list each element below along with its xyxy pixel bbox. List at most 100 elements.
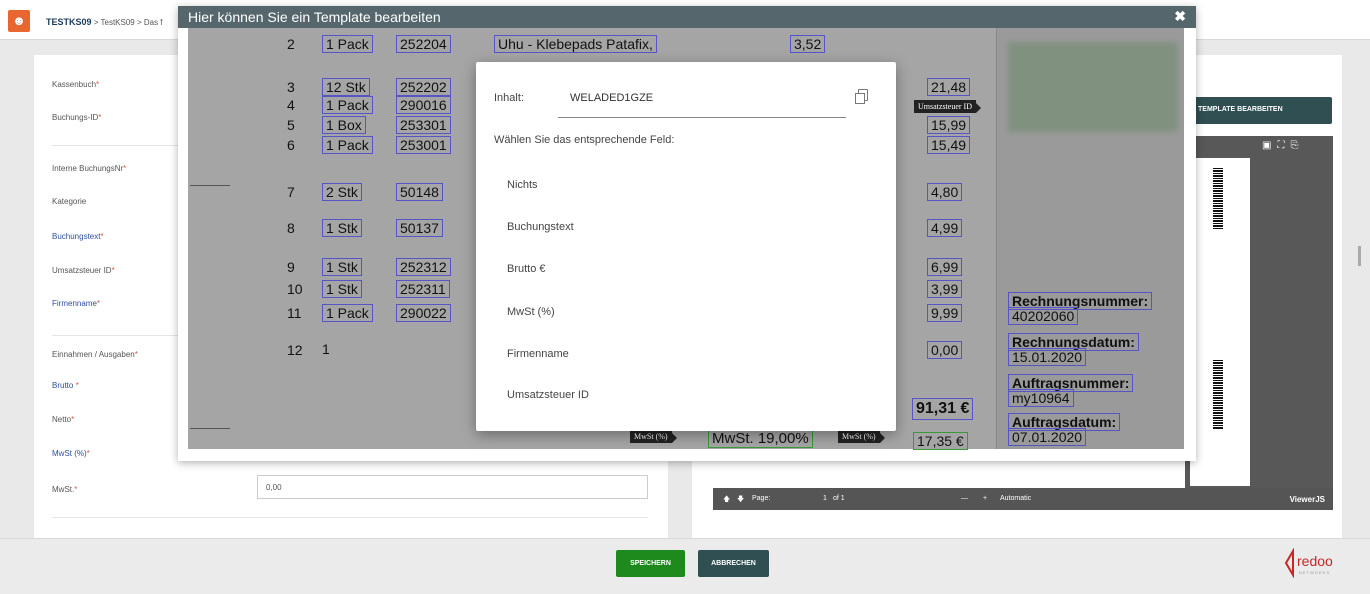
close-icon[interactable]: ✖ xyxy=(1174,8,1186,25)
row-total[interactable]: 3,99 xyxy=(927,280,963,298)
row-quantity[interactable]: 1 Pack xyxy=(322,136,373,154)
row-article-number[interactable]: 252202 xyxy=(396,78,451,96)
required-marker: * xyxy=(96,80,100,89)
scrollbar-handle[interactable] xyxy=(1358,246,1361,266)
form-label-text: Brutto xyxy=(52,381,76,390)
row-total[interactable]: 15,99 xyxy=(927,116,971,134)
zoom-out-icon[interactable]: — xyxy=(961,495,968,502)
row-position: 11 xyxy=(287,305,302,321)
row-quantity[interactable]: 1 Box xyxy=(322,116,366,134)
meta-value[interactable]: 40202060 xyxy=(1008,307,1079,325)
option-buchungstext[interactable]: Buchungstext xyxy=(507,221,867,239)
row-article-number[interactable]: 252312 xyxy=(396,258,451,276)
save-button[interactable]: SPEICHERN xyxy=(616,550,685,577)
row-quantity[interactable]: 1 Stk xyxy=(322,258,362,276)
row-quantity[interactable]: 1 Pack xyxy=(322,304,373,322)
row-total[interactable]: 9,99 xyxy=(927,304,963,322)
row-article-number[interactable]: 253001 xyxy=(396,136,451,154)
modal-header: Hier können Sie ein Template bearbeiten … xyxy=(178,6,1196,28)
mwst-tag: MwSt (%) xyxy=(630,430,677,443)
meta-value[interactable]: 07.01.2020 xyxy=(1008,428,1087,446)
row-total[interactable]: 15,49 xyxy=(927,136,971,154)
row-position: 12 xyxy=(287,342,303,358)
form-label: Netto* xyxy=(52,415,74,424)
mwst-rate-box[interactable]: MwSt. 19,00% xyxy=(708,430,813,448)
form-label: Interne BuchungsNr* xyxy=(52,164,126,173)
row-quantity[interactable]: 1 Stk xyxy=(322,219,362,237)
row-article-number[interactable]: 290016 xyxy=(396,96,451,114)
redoo-logo: redoo NETWORKS xyxy=(1284,548,1333,578)
row-quantity[interactable]: 1 Pack xyxy=(322,96,373,114)
field-prompt: Wählen Sie das entsprechende Feld: xyxy=(494,134,675,146)
required-marker: * xyxy=(134,350,138,359)
row-article-number[interactable]: 253301 xyxy=(396,116,451,134)
users-icon[interactable]: ☻ xyxy=(8,10,30,32)
option-brutto[interactable]: Brutto € xyxy=(507,263,867,281)
arrow-down-icon[interactable]: 🡇 xyxy=(737,495,744,506)
row-article-number[interactable]: 290022 xyxy=(396,304,451,322)
content-label: Inhalt: xyxy=(494,92,524,104)
row-quantity[interactable]: 1 Stk xyxy=(322,280,362,298)
row-position: 5 xyxy=(287,117,295,133)
breadcrumb-app[interactable]: TESTKS09 xyxy=(46,17,92,27)
option-mwst[interactable]: MwSt (%) xyxy=(507,306,867,324)
form-label-text: Buchungstext xyxy=(52,232,101,241)
mwst-field[interactable] xyxy=(257,475,648,499)
row-total[interactable]: 4,99 xyxy=(927,219,963,237)
arrow-up-icon[interactable]: 🡅 xyxy=(723,495,730,506)
viewer-tools[interactable]: ▣⛶⎘ xyxy=(1262,140,1304,151)
cancel-button[interactable]: ABBRECHEN xyxy=(698,550,769,577)
edit-template-button[interactable]: R TEMPLATE BEARBEITEN xyxy=(1185,97,1332,124)
form-label: Firmenname* xyxy=(52,299,100,308)
row-position: 9 xyxy=(287,259,295,275)
option-nichts[interactable]: Nichts xyxy=(507,179,867,197)
row-article-number[interactable]: 50148 xyxy=(396,183,443,201)
row-unit-price[interactable]: 3,52 xyxy=(790,35,826,53)
row-total[interactable]: 21,48 xyxy=(927,78,971,96)
row-quantity[interactable]: 1 Pack xyxy=(322,35,373,53)
required-marker: * xyxy=(71,415,75,424)
option-umsatzsteuer-id[interactable]: Umsatzsteuer ID xyxy=(507,389,867,407)
required-marker: * xyxy=(100,232,104,241)
row-position: 3 xyxy=(287,79,295,95)
form-label: MwSt.* xyxy=(52,485,77,494)
copy-icon[interactable] xyxy=(855,89,868,104)
footer-bar xyxy=(0,538,1370,594)
ust-id-tag: Umsatzsteuer ID xyxy=(914,100,981,113)
row-article-number[interactable]: 252204 xyxy=(396,35,451,53)
meta-value[interactable]: my10964 xyxy=(1008,389,1074,407)
row-total[interactable]: 6,99 xyxy=(927,258,963,276)
row-quantity[interactable]: 12 Stk xyxy=(322,78,370,96)
breadcrumb-path[interactable]: > TestKS09 > Das f xyxy=(94,18,163,27)
row-position: 8 xyxy=(287,220,295,236)
row-position: 10 xyxy=(287,281,303,297)
row-position: 6 xyxy=(287,137,295,153)
sum-total[interactable]: 91,31 € xyxy=(912,398,974,420)
form-label: Brutto * xyxy=(52,381,79,390)
page-number[interactable]: 1 xyxy=(823,495,827,502)
zoom-in-icon[interactable]: + xyxy=(983,495,987,502)
brand-name: redoo xyxy=(1297,553,1333,569)
form-label: Einnahmen / Ausgaben* xyxy=(52,350,138,359)
row-total[interactable]: 0,00 xyxy=(927,341,963,359)
zoom-select[interactable]: Automatic xyxy=(1000,495,1031,502)
form-label-text: MwSt. xyxy=(52,485,75,494)
required-marker: * xyxy=(123,164,127,173)
row-quantity[interactable]: 2 Stk xyxy=(322,183,362,201)
barcode xyxy=(1213,168,1223,230)
row-total[interactable]: 4,80 xyxy=(927,183,963,201)
brand-sub: NETWORKS xyxy=(1299,570,1330,575)
required-marker: * xyxy=(74,485,78,494)
form-label-text: Buchungs-ID xyxy=(52,113,99,122)
row-description[interactable]: Uhu - Klebepads Patafix, xyxy=(494,35,657,53)
meta-value[interactable]: 15.01.2020 xyxy=(1008,348,1087,366)
row-article-number[interactable]: 252311 xyxy=(396,280,450,298)
form-label: Kassenbuch* xyxy=(52,80,99,89)
form-label-text: Kassenbuch xyxy=(52,80,97,89)
form-label-text: Umsatzsteuer ID xyxy=(52,266,112,275)
row-article-number[interactable]: 50137 xyxy=(396,219,443,237)
option-firmenname[interactable]: Firmenname xyxy=(507,348,867,366)
row-quantity[interactable]: 1 xyxy=(322,341,330,357)
mwst-amount-box[interactable]: 17,35 € xyxy=(913,432,968,450)
redacted-address xyxy=(1008,42,1178,132)
